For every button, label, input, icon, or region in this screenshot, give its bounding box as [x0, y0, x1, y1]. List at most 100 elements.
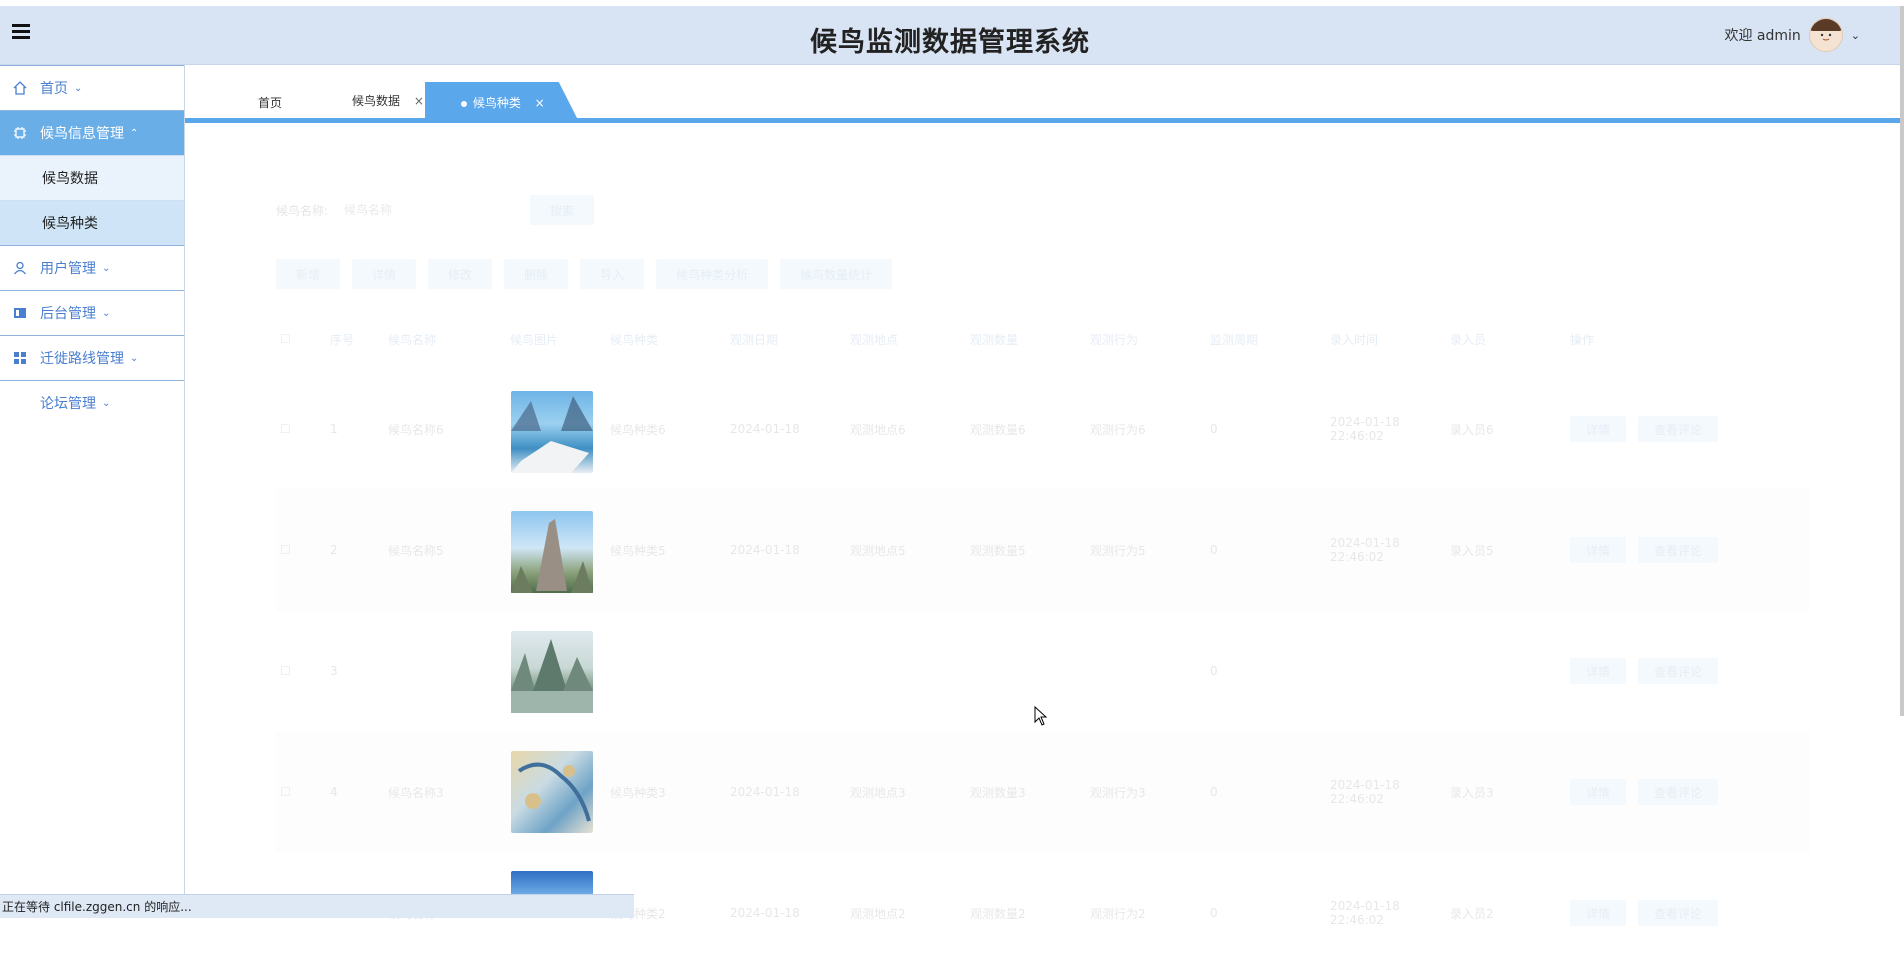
active-dot-icon — [461, 100, 467, 107]
column-header[interactable]: 录入员 — [1446, 331, 1566, 348]
edit-button[interactable]: 修改 — [428, 259, 493, 289]
bird-thumbnail — [511, 751, 593, 833]
row-checkbox[interactable]: ☐ — [276, 785, 326, 799]
close-icon[interactable]: × — [414, 94, 424, 108]
browser-status-bar: 正在等待 clfile.zggen.cn 的响应... — [0, 894, 634, 918]
row-detail-button[interactable]: 详情 — [1570, 900, 1627, 926]
row-checkbox[interactable]: ☐ — [276, 664, 326, 678]
sidebar-item-bird-info[interactable]: 候鸟信息管理 ⌃ — [0, 110, 184, 155]
panel-icon — [12, 305, 28, 321]
sidebar-item-label: 首页 — [40, 81, 68, 97]
row-comments-button[interactable]: 查看评论 — [1638, 779, 1719, 805]
chevron-down-icon: ⌄ — [102, 307, 111, 319]
chevron-down-icon: ⌄ — [74, 82, 83, 94]
sidebar-item-label: 候鸟信息管理 — [40, 126, 124, 142]
app-header: 候鸟监测数据管理系统 欢迎 admin ⌄ — [0, 6, 1900, 65]
cell-actions: 详情 查看评论 — [1566, 779, 1766, 805]
tab-home[interactable]: 首页 — [258, 94, 282, 111]
sidebar-item-routes[interactable]: 迁徙路线管理 ⌄ — [0, 335, 184, 380]
column-header[interactable]: 操作 — [1566, 331, 1706, 348]
row-checkbox[interactable]: ☐ — [276, 422, 326, 436]
row-detail-button[interactable]: 详情 — [1570, 658, 1627, 684]
column-header[interactable]: 候鸟种类 — [606, 331, 726, 348]
column-header[interactable]: 监测周期 — [1206, 331, 1326, 348]
table-row[interactable]: ☐ 1 候鸟名称6 候鸟种类6 2024-01-18 观测地点6 观测数量6 观… — [276, 369, 1810, 490]
column-header[interactable]: 观测地点 — [846, 331, 966, 348]
column-header[interactable]: 观测行为 — [1086, 331, 1206, 348]
table-row[interactable]: ☐ 4 候鸟名称3 候鸟种类3 2024-01-18 观测地点3 观测数量3 观… — [276, 732, 1810, 853]
cell-cycle: 0 — [1210, 422, 1218, 436]
cell-date: 2024-01-18 — [730, 785, 800, 799]
cell-kind: 候鸟种类3 — [610, 785, 666, 800]
row-comments-button[interactable]: 查看评论 — [1638, 658, 1719, 684]
tab-bird-data[interactable]: 候鸟数据 × — [352, 92, 424, 109]
cell-behavior: 观测行为3 — [1090, 785, 1146, 800]
column-header[interactable]: 序号 — [326, 331, 384, 348]
user-menu[interactable]: 欢迎 admin ⌄ — [1724, 18, 1860, 52]
row-comments-button[interactable]: 查看评论 — [1638, 537, 1719, 563]
sidebar-item-label: 论坛管理 — [40, 396, 96, 412]
sidebar-item-forum[interactable]: 论坛管理 ⌄ — [0, 380, 184, 425]
row-comments-button[interactable]: 查看评论 — [1638, 900, 1719, 926]
species-analysis-button[interactable]: 候鸟种类分析 — [656, 259, 769, 289]
column-header[interactable]: 候鸟图片 — [506, 331, 606, 348]
cell-no: 4 — [330, 785, 338, 799]
chevron-down-icon[interactable]: ⌄ — [1851, 29, 1860, 42]
cell-actions: 详情 查看评论 — [1566, 537, 1766, 563]
search-input[interactable] — [342, 195, 517, 225]
count-stats-button[interactable]: 候鸟数量统计 — [780, 259, 893, 289]
delete-button[interactable]: 删除 — [504, 259, 569, 289]
grid-icon — [12, 350, 28, 366]
detail-button[interactable]: 详情 — [352, 259, 417, 289]
sidebar-item-label: 后台管理 — [40, 306, 96, 322]
cell-count: 观测数量2 — [970, 906, 1026, 921]
add-button[interactable]: 新增 — [276, 259, 341, 289]
cell-place: 观测地点3 — [850, 785, 906, 800]
sidebar-item-users[interactable]: 用户管理 ⌄ — [0, 245, 184, 290]
scrollbar[interactable] — [1900, 6, 1904, 716]
close-icon[interactable]: × — [535, 96, 545, 110]
cell-time: 2024-01-18 22:46:02 — [1330, 899, 1400, 927]
column-header[interactable]: 候鸟名称 — [384, 331, 506, 348]
cell-behavior: 观测行为5 — [1090, 543, 1146, 558]
sidebar: 首页 ⌄ 候鸟信息管理 ⌃ 候鸟数据 候鸟种类 用户管理 ⌄ 后台管理 ⌄ 迁徙… — [0, 65, 185, 918]
cell-kind: 候鸟种类6 — [610, 422, 666, 437]
import-button[interactable]: 导入 — [580, 259, 645, 289]
chevron-up-icon: ⌃ — [130, 127, 139, 139]
tab-bird-species[interactable]: 候鸟种类 × — [425, 82, 577, 118]
sidebar-item-backend[interactable]: 后台管理 ⌄ — [0, 290, 184, 335]
chevron-down-icon: ⌄ — [130, 352, 139, 364]
cell-behavior: 观测行为6 — [1090, 422, 1146, 437]
app-title: 候鸟监测数据管理系统 — [810, 27, 1090, 58]
column-header[interactable]: 录入时间 — [1326, 331, 1446, 348]
cell-name: 候鸟名称6 — [388, 422, 444, 437]
row-detail-button[interactable]: 详情 — [1570, 416, 1627, 442]
row-detail-button[interactable]: 详情 — [1570, 537, 1627, 563]
bird-thumbnail — [511, 391, 593, 473]
avatar[interactable] — [1808, 18, 1843, 52]
table-header: ☐ 序号 候鸟名称 候鸟图片 候鸟种类 观测日期 观测地点 观测数量 观测行为 … — [276, 309, 1810, 369]
column-header[interactable]: 观测日期 — [726, 331, 846, 348]
cell-date: 2024-01-18 — [730, 422, 800, 436]
cell-cycle: 0 — [1210, 543, 1218, 557]
cell-actions: 详情 查看评论 — [1566, 900, 1766, 926]
chevron-down-icon: ⌄ — [102, 397, 111, 409]
select-all-checkbox[interactable]: ☐ — [276, 332, 326, 346]
sidebar-subitem-bird-species[interactable]: 候鸟种类 — [0, 200, 184, 245]
row-comments-button[interactable]: 查看评论 — [1638, 416, 1719, 442]
home-icon — [12, 80, 28, 96]
sidebar-item-home[interactable]: 首页 ⌄ — [0, 65, 184, 110]
row-detail-button[interactable]: 详情 — [1570, 779, 1627, 805]
column-header[interactable]: 观测数量 — [966, 331, 1086, 348]
user-icon — [12, 260, 28, 276]
chip-icon — [12, 125, 28, 141]
mouse-cursor-icon — [1034, 706, 1048, 726]
cell-place: 观测地点2 — [850, 906, 906, 921]
cell-actions: 详情 查看评论 — [1566, 658, 1766, 684]
search-button[interactable]: 搜索 — [530, 195, 595, 225]
tab-label: 首页 — [258, 96, 283, 110]
sidebar-item-label: 迁徙路线管理 — [40, 351, 124, 367]
table-row[interactable]: ☐ 2 候鸟名称5 候鸟种类5 2024-01-18 观测地点5 观测数量5 观… — [276, 490, 1810, 611]
row-checkbox[interactable]: ☐ — [276, 543, 326, 557]
sidebar-subitem-bird-data[interactable]: 候鸟数据 — [0, 155, 184, 200]
